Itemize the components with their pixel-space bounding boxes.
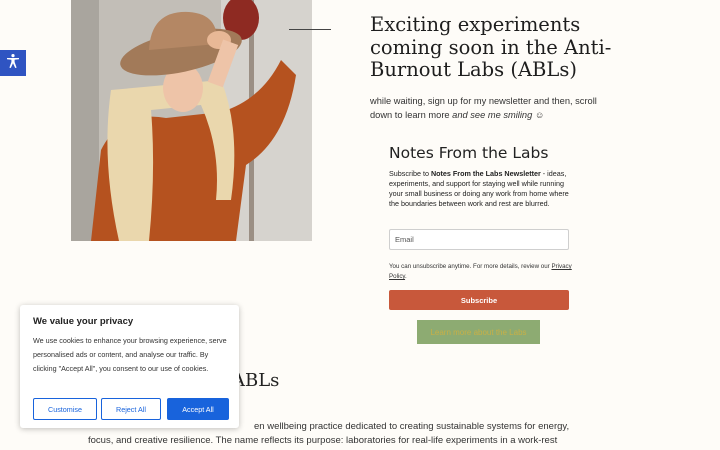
unsubscribe-note-text: You can unsubscribe anytime. For more de…	[389, 263, 552, 270]
newsletter-title: Notes From the Labs	[389, 144, 549, 162]
newsletter-desc-prefix: Subscribe to	[389, 169, 431, 178]
unsubscribe-note-end: .	[405, 273, 407, 280]
cookie-consent-banner: We value your privacy We use cookies to …	[20, 305, 239, 428]
section-heading: ABLs	[232, 370, 280, 391]
unsubscribe-note: You can unsubscribe anytime. For more de…	[389, 262, 574, 282]
hero-photo	[71, 0, 312, 241]
learn-more-button[interactable]: Learn more about the Labs	[417, 320, 540, 344]
section-body-line2: focus, and creative resilience. The name…	[88, 435, 558, 446]
email-field[interactable]	[389, 229, 569, 250]
hero-subtitle-italic: and see me smiling	[452, 110, 533, 120]
accessibility-icon	[5, 53, 21, 74]
hero-subtitle: while waiting, sign up for my newsletter…	[370, 94, 600, 122]
hero-divider	[289, 29, 331, 30]
reject-all-button[interactable]: Reject All	[101, 398, 161, 420]
hero-title: Exciting experiments coming soon in the …	[370, 13, 612, 81]
newsletter-description: Subscribe to Notes From the Labs Newslet…	[389, 169, 575, 209]
cookie-title: We value your privacy	[33, 316, 134, 327]
customise-button[interactable]: Customise	[33, 398, 97, 420]
accept-all-button[interactable]: Accept All	[167, 398, 229, 420]
accessibility-toggle-button[interactable]	[0, 50, 26, 76]
newsletter-desc-bold: Notes From the Labs Newsletter	[430, 169, 541, 178]
cookie-text: We use cookies to enhance your browsing …	[33, 336, 227, 373]
smiley-emoji: ☺	[534, 110, 545, 120]
subscribe-button[interactable]: Subscribe	[389, 290, 569, 310]
cookie-buttons: Customise Reject All Accept All	[33, 398, 229, 420]
